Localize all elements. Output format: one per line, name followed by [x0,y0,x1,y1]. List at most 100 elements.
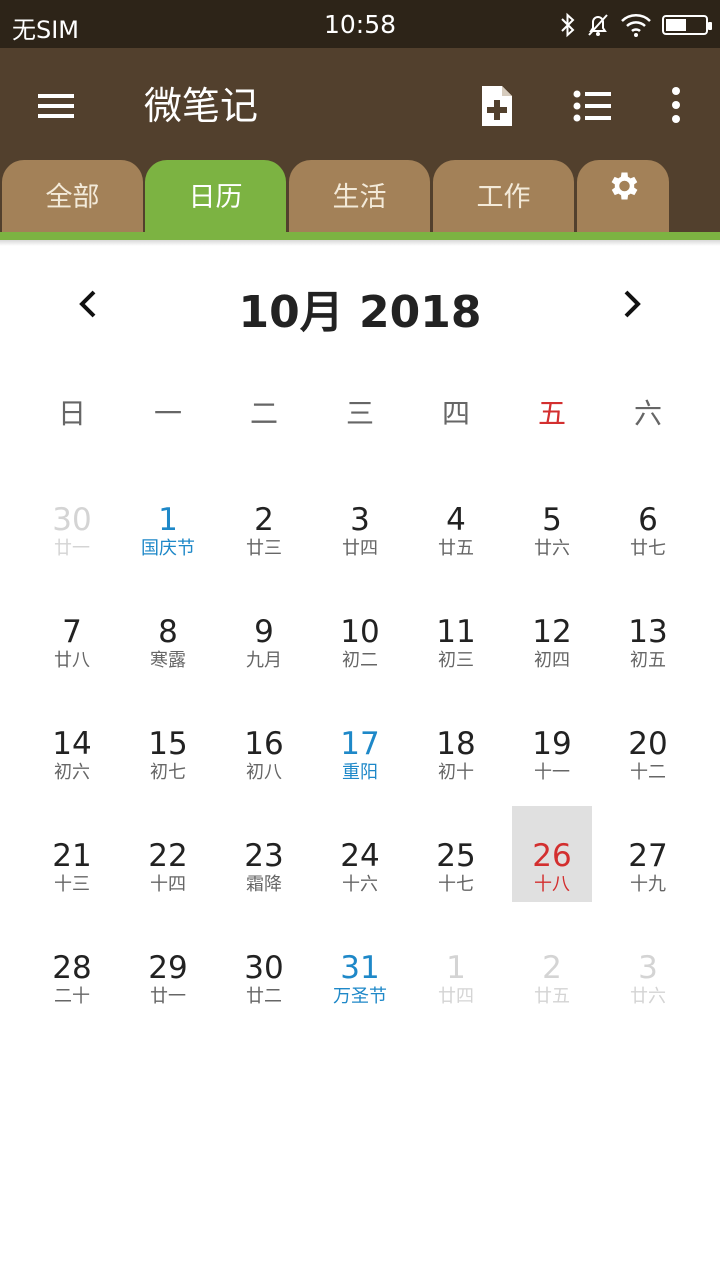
calendar-day[interactable]: 13 初五 [608,582,688,678]
lunar-date: 初二 [342,650,378,671]
lunar-date: 廿六 [534,538,570,559]
status-bar: 无SIM 10:58 [0,0,720,48]
calendar-day[interactable]: 3 廿四 [320,470,400,566]
calendar-day[interactable]: 22 十四 [128,806,208,902]
tab-work[interactable]: 工作 [433,160,574,232]
calendar-day[interactable]: 23 霜降 [224,806,304,902]
day-number: 21 [52,838,92,874]
day-number: 5 [542,502,562,538]
calendar-day[interactable]: 19 十一 [512,694,592,790]
weekday-label: 四 [441,397,470,430]
calendar-day[interactable]: 10 初二 [320,582,400,678]
calendar-day[interactable]: 15 初七 [128,694,208,790]
app-bar: 微笔记 全部 日历 生活 工作 [0,48,720,232]
tab-calendar[interactable]: 日历 [145,160,286,232]
calendar-day[interactable]: 2 廿五 [512,918,592,1014]
calendar-day[interactable]: 25 十七 [416,806,496,902]
more-vertical-icon [650,87,706,138]
lunar-date: 十一 [534,762,570,783]
calendar-day[interactable]: 2 廿三 [224,470,304,566]
calendar-day[interactable]: 7 廿八 [32,582,112,678]
bluetooth-icon [560,12,576,38]
weekday-label: 二 [249,397,278,430]
calendar-day[interactable]: 29 廿一 [128,918,208,1014]
day-number: 2 [254,502,274,538]
weekday-label: 五 [537,397,566,430]
weekday-header: 日 一 二 三 四 五 六 [24,392,696,440]
day-number: 1 [446,950,466,986]
day-number: 10 [340,614,380,650]
day-number: 19 [532,726,572,762]
day-number: 20 [628,726,668,762]
calendar-day[interactable]: 4 廿五 [416,470,496,566]
day-number: 6 [638,502,658,538]
calendar-day[interactable]: 8 寒露 [128,582,208,678]
calendar-day[interactable]: 11 初三 [416,582,496,678]
calendar-day[interactable]: 28 二十 [32,918,112,1014]
weekday-label: 六 [633,397,662,430]
calendar-day[interactable]: 1 国庆节 [128,470,208,566]
gear-icon [605,158,641,234]
app-title: 微笔记 [144,84,259,128]
calendar-day[interactable]: 3 廿六 [608,918,688,1014]
calendar-day[interactable]: 1 廿四 [416,918,496,1014]
calendar-day[interactable]: 24 十六 [320,806,400,902]
lunar-date: 重阳 [342,762,378,783]
lunar-date: 廿六 [630,986,666,1007]
chevron-right-icon [612,290,652,332]
calendar-day[interactable]: 27 十九 [608,806,688,902]
lunar-date: 初三 [438,650,474,671]
calendar-day[interactable]: 30 廿二 [224,918,304,1014]
calendar-day[interactable]: 30 廿一 [32,470,112,566]
calendar-grid: 30 廿一 1 国庆节 2 廿三 3 廿四 4 廿五 5 廿六 6 廿七 7 廿八 8 寒露 9 九月 10 初二 11 初三… [24,470,696,1030]
calendar-day[interactable]: 21 十三 [32,806,112,902]
tab-settings[interactable] [577,160,669,232]
tab-life[interactable]: 生活 [289,160,430,232]
calendar-day[interactable]: 20 十二 [608,694,688,790]
calendar-day[interactable]: 18 初十 [416,694,496,790]
lunar-date: 寒露 [150,650,186,671]
lunar-date: 二十 [54,986,90,1007]
calendar-day[interactable]: 17 重阳 [320,694,400,790]
day-number: 23 [244,838,284,874]
lunar-date: 初四 [534,650,570,671]
lunar-date: 十九 [630,874,666,895]
more-options-button[interactable] [650,78,706,134]
lunar-date: 廿四 [438,986,474,1007]
next-month-button[interactable] [612,280,652,328]
day-number: 14 [52,726,92,762]
weekday-label: 三 [345,397,374,430]
calendar-day[interactable]: 6 廿七 [608,470,688,566]
divider-shadow [0,240,720,246]
calendar-day[interactable]: 5 廿六 [512,470,592,566]
list-view-button[interactable] [563,78,619,134]
lunar-date: 廿八 [54,650,90,671]
add-note-icon [468,86,524,138]
lunar-date: 廿一 [150,986,186,1007]
day-number: 12 [532,614,572,650]
add-note-button[interactable] [468,78,524,134]
lunar-date: 廿七 [630,538,666,559]
calendar-day[interactable]: 14 初六 [32,694,112,790]
calendar-day-today[interactable]: 26 十八 [512,806,592,902]
calendar-day[interactable]: 31 万圣节 [320,918,400,1014]
menu-button[interactable] [28,78,84,134]
lunar-date: 廿二 [246,986,282,1007]
weekday-label: 一 [153,397,182,430]
tab-all[interactable]: 全部 [2,160,143,232]
lunar-date: 廿一 [54,538,90,559]
calendar-day[interactable]: 16 初八 [224,694,304,790]
category-tabs: 全部 日历 生活 工作 [0,160,720,232]
calendar-day[interactable]: 9 九月 [224,582,304,678]
day-number: 11 [436,614,476,650]
lunar-date: 廿五 [534,986,570,1007]
day-number: 7 [62,614,82,650]
tab-indicator-line [0,232,720,240]
day-number: 16 [244,726,284,762]
day-number: 28 [52,950,92,986]
lunar-date: 万圣节 [333,986,387,1007]
calendar-day[interactable]: 12 初四 [512,582,592,678]
lunar-date: 十三 [54,874,90,895]
day-number: 30 [244,950,284,986]
day-number: 18 [436,726,476,762]
